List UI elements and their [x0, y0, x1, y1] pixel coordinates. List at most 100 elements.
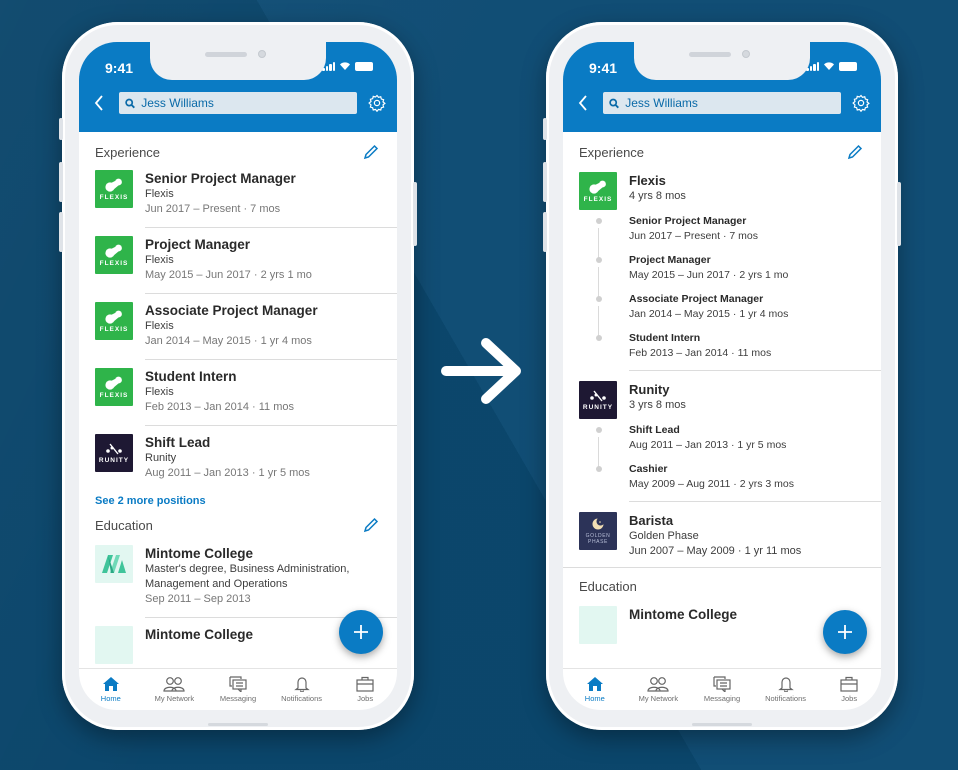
timeline-line [598, 306, 599, 338]
company-group[interactable]: RUNITY Runity 3 yrs 8 mos [563, 371, 881, 419]
edit-experience-button[interactable] [845, 142, 865, 162]
tab-home[interactable]: Home [565, 676, 625, 703]
app-header: 9:41 [79, 42, 397, 132]
position-dates: Aug 2011 – Jan 2013 · 1 yr 5 mos [145, 467, 310, 479]
role-item[interactable]: Student Intern Feb 2013 – Jan 2014 · 11 … [596, 331, 881, 370]
company-name: Golden Phase [629, 530, 699, 542]
chevron-left-icon [578, 95, 587, 111]
logo-caption: FLEXIS [583, 195, 613, 203]
edit-experience-button[interactable] [361, 142, 381, 162]
tab-label: Messaging [219, 694, 257, 703]
volume-up-button [543, 162, 547, 202]
position-item[interactable]: FLEXIS Associate Project Manager Flexis … [79, 294, 397, 360]
tab-jobs[interactable]: Jobs [819, 676, 879, 703]
notch [634, 42, 810, 80]
role-item[interactable]: Project Manager May 2015 – Jun 2017 · 2 … [596, 253, 881, 299]
tab-my-network[interactable]: My Network [144, 676, 204, 703]
search-field[interactable] [603, 92, 841, 114]
tab-label: Jobs [357, 694, 374, 703]
back-button[interactable] [563, 88, 603, 118]
role-title: Cashier [629, 463, 668, 475]
tab-notifications[interactable]: Notifications [756, 676, 816, 703]
position-title: Project Manager [145, 237, 251, 252]
gear-icon [852, 94, 870, 112]
wifi-icon [340, 62, 350, 70]
role-dates: Jun 2017 – Present · 7 mos [629, 230, 758, 242]
tab-label: Notifications [765, 694, 806, 703]
phone-before: 9:41 Jess Williams Experience FLEXIS Sen… [59, 22, 417, 730]
tab-jobs[interactable]: Jobs [335, 676, 395, 703]
logo-caption: FLEXIS [99, 259, 129, 267]
search-icon [125, 98, 135, 108]
position-title: Shift Lead [145, 435, 211, 450]
position-item[interactable]: GOLDEN PHASE Barista Golden Phase Jun 20… [563, 502, 881, 567]
messaging-icon [713, 676, 731, 692]
role-item[interactable]: Shift Lead Aug 2011 – Jan 2013 · 1 yr 5 … [596, 423, 881, 469]
company-name: Flexis [145, 254, 174, 266]
position-dates: Jun 2007 – May 2009 · 1 yr 11 mos [629, 545, 802, 557]
company-group[interactable]: FLEXIS Flexis 4 yrs 8 mos [563, 162, 881, 210]
position-item[interactable]: FLEXIS Project Manager Flexis May 2015 –… [79, 228, 397, 294]
tab-my-network[interactable]: My Network [628, 676, 688, 703]
tab-messaging[interactable]: Messaging [692, 676, 752, 703]
back-button[interactable] [79, 88, 119, 118]
role-item[interactable]: Cashier May 2009 – Aug 2011 · 2 yrs 3 mo… [596, 462, 881, 501]
tab-home[interactable]: Home [81, 676, 141, 703]
camera [742, 50, 750, 58]
timeline-dot [596, 466, 602, 472]
mintome-logo [95, 545, 133, 583]
position-item[interactable]: FLEXIS Student Intern Flexis Feb 2013 – … [79, 360, 397, 426]
speaker [689, 52, 731, 57]
golden-phase-logo: GOLDEN PHASE [579, 512, 617, 550]
timeline-dot [596, 296, 602, 302]
screen: 9:41 [563, 42, 881, 710]
education-item[interactable]: Mintome College Master's degree, Busines… [79, 537, 397, 618]
search-input[interactable] [141, 96, 357, 110]
role-title: Associate Project Manager [629, 293, 764, 305]
plus-icon [838, 625, 852, 639]
pencil-icon [363, 144, 379, 160]
position-title: Student Intern [145, 369, 237, 384]
settings-button[interactable] [841, 88, 881, 118]
section-title: Experience [579, 144, 645, 160]
search-field[interactable] [119, 92, 357, 114]
add-section-button[interactable] [823, 610, 867, 654]
status-icons [322, 61, 373, 71]
education-header: Education [563, 568, 881, 598]
role-item[interactable]: Senior Project Manager Jun 2017 – Presen… [596, 214, 881, 260]
position-item[interactable]: FLEXIS Senior Project Manager Flexis Jun… [79, 162, 397, 228]
tab-messaging[interactable]: Messaging [208, 676, 268, 703]
notch [150, 42, 326, 80]
logo-caption: RUNITY [98, 456, 130, 464]
bell-icon [293, 677, 310, 692]
power-button [897, 182, 901, 246]
see-more-positions-link[interactable]: See 2 more positions [79, 491, 397, 507]
timeline-dot [596, 257, 602, 263]
people-icon [647, 677, 669, 692]
tab-notifications[interactable]: Notifications [272, 676, 332, 703]
timeline-dot [596, 218, 602, 224]
people-icon [163, 677, 185, 692]
timeline-line [598, 437, 599, 469]
profile-content: Experience FLEXIS Flexis 4 yrs 8 mos Sen… [563, 132, 881, 668]
timeline-dot [596, 427, 602, 433]
battery-icon [355, 62, 373, 71]
role-dates: Feb 2013 – Jan 2014 · 11 mos [629, 347, 772, 359]
logo-caption: FLEXIS [99, 391, 129, 399]
position-title: Barista [629, 513, 674, 528]
position-dates: May 2015 – Jun 2017 · 2 yrs 1 mo [145, 269, 312, 281]
search-input[interactable] [625, 96, 841, 110]
role-timeline: Senior Project Manager Jun 2017 – Presen… [563, 210, 881, 370]
top-bar [563, 86, 881, 120]
settings-button[interactable] [357, 88, 397, 118]
volume-down-button [59, 212, 63, 252]
battery-icon [839, 62, 857, 71]
plus-icon [354, 625, 368, 639]
position-item[interactable]: RUNITY Shift Lead Runity Aug 2011 – Jan … [79, 426, 397, 491]
flexis-logo: FLEXIS [95, 302, 133, 340]
phone-bottom-edge [208, 723, 268, 726]
search-icon [609, 98, 619, 108]
role-item[interactable]: Associate Project Manager Jan 2014 – May… [596, 292, 881, 338]
add-section-button[interactable] [339, 610, 383, 654]
edit-education-button[interactable] [361, 515, 381, 535]
